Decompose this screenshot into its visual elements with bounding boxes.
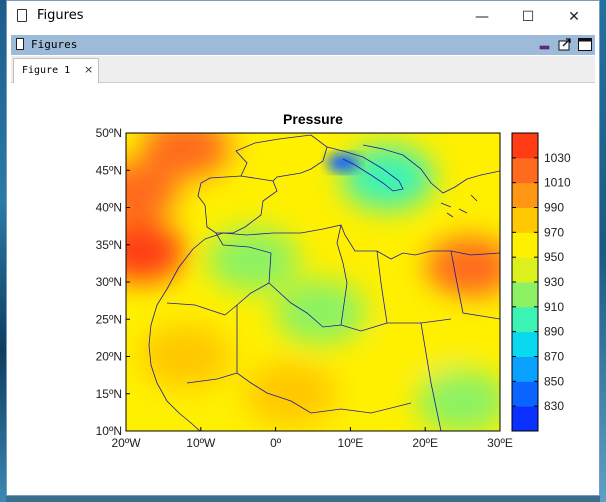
pressure-region-8 — [341, 145, 434, 210]
pressure-region-9 — [244, 361, 337, 426]
colorbar-segment — [512, 207, 538, 233]
window-app-icon — [17, 9, 27, 22]
colorbar-segment — [512, 157, 538, 184]
x-tick-label: 0º — [270, 436, 282, 450]
figures-panel-header: Figures — [11, 35, 595, 55]
colorbar-segment — [512, 182, 538, 208]
colorbar-label: 830 — [544, 399, 564, 413]
maximize-panel-icon[interactable] — [577, 37, 593, 52]
colorbar-segment — [512, 133, 538, 159]
colorbar-segment — [512, 282, 538, 308]
minimize-panel-icon[interactable] — [537, 37, 553, 52]
y-tick-label: 10ºN — [96, 424, 122, 438]
colorbar-segment — [512, 381, 538, 407]
colorbar: 830 850 870 890 910 930 950 970 990 1010 1030 — [511, 132, 571, 432]
x-tick-label: 20ºE — [412, 436, 438, 450]
tab-close-icon[interactable]: × — [84, 63, 93, 76]
colorbar-label: 950 — [544, 250, 564, 264]
minimize-button[interactable]: — — [459, 1, 505, 32]
tab-figure-1[interactable]: Figure 1 × — [13, 58, 99, 83]
x-tick-label: 10ºE — [338, 436, 364, 450]
window-titlebar[interactable]: Figures — ☐ ✕ — [7, 1, 599, 32]
colorbar-segment — [512, 232, 538, 258]
colorbar-label: 890 — [544, 325, 564, 339]
y-tick-label: 20ºN — [96, 350, 122, 364]
pressure-region-4 — [326, 153, 359, 172]
window-title: Figures — [37, 8, 84, 23]
tab-label: Figure 1 — [22, 65, 71, 76]
pressure-region-3 — [426, 237, 500, 298]
colorbar-label: 850 — [544, 374, 564, 388]
colorbar-label: 1010 — [544, 176, 571, 190]
colorbar-label: 1030 — [544, 151, 571, 165]
y-axis: 10ºN 15ºN 20ºN 25ºN 30ºN 35ºN 40ºN 45ºN 50ºN — [96, 126, 130, 438]
colorbar-segment — [512, 257, 538, 283]
y-tick-label: 45ºN — [96, 163, 122, 177]
colorbar-label: 910 — [544, 300, 564, 314]
desktop-background-right — [600, 0, 606, 502]
figure-tab-strip: Figure 1 × — [11, 56, 595, 83]
chart-title: Pressure — [283, 111, 343, 127]
x-tick-label: 30ºE — [487, 436, 513, 450]
colorbar-label: 930 — [544, 275, 564, 289]
y-tick-label: 50ºN — [96, 126, 122, 140]
pressure-chart: Pressure 20ºW 10ºW 0º 10ºE 20ºE 30ºE 10º… — [96, 111, 571, 450]
colorbar-label: 970 — [544, 225, 564, 239]
y-tick-label: 25ºN — [96, 312, 122, 326]
colorbar-label: 990 — [544, 201, 564, 215]
x-tick-label: 10ºW — [186, 436, 216, 450]
undock-icon[interactable] — [557, 37, 573, 52]
pressure-region-2 — [141, 133, 230, 178]
pressure-region-6 — [274, 279, 367, 344]
colorbar-segment — [512, 406, 538, 432]
figure-canvas: Pressure 20ºW 10ºW 0º 10ºE 20ºE 30ºE 10º… — [11, 83, 595, 491]
maximize-button[interactable]: ☐ — [505, 1, 551, 32]
y-tick-label: 15ºN — [96, 387, 122, 401]
y-tick-label: 40ºN — [96, 201, 122, 215]
figures-window: Figures — ☐ ✕ Figures Figure 1 × Pressur… — [6, 0, 600, 496]
y-tick-label: 35ºN — [96, 238, 122, 252]
pressure-field — [126, 133, 500, 431]
colorbar-label: 870 — [544, 350, 564, 364]
pressure-region-5 — [207, 227, 300, 292]
pressure-region-0 — [126, 222, 185, 283]
x-tick-label: 20ºW — [111, 436, 141, 450]
colorbar-segment — [512, 356, 538, 382]
panel-title: Figures — [31, 38, 78, 51]
colorbar-segment — [512, 306, 538, 333]
close-button[interactable]: ✕ — [551, 1, 597, 32]
colorbar-segment — [512, 331, 538, 357]
pressure-region-11 — [379, 309, 472, 374]
y-tick-label: 30ºN — [96, 275, 122, 289]
panel-document-icon — [16, 38, 24, 50]
